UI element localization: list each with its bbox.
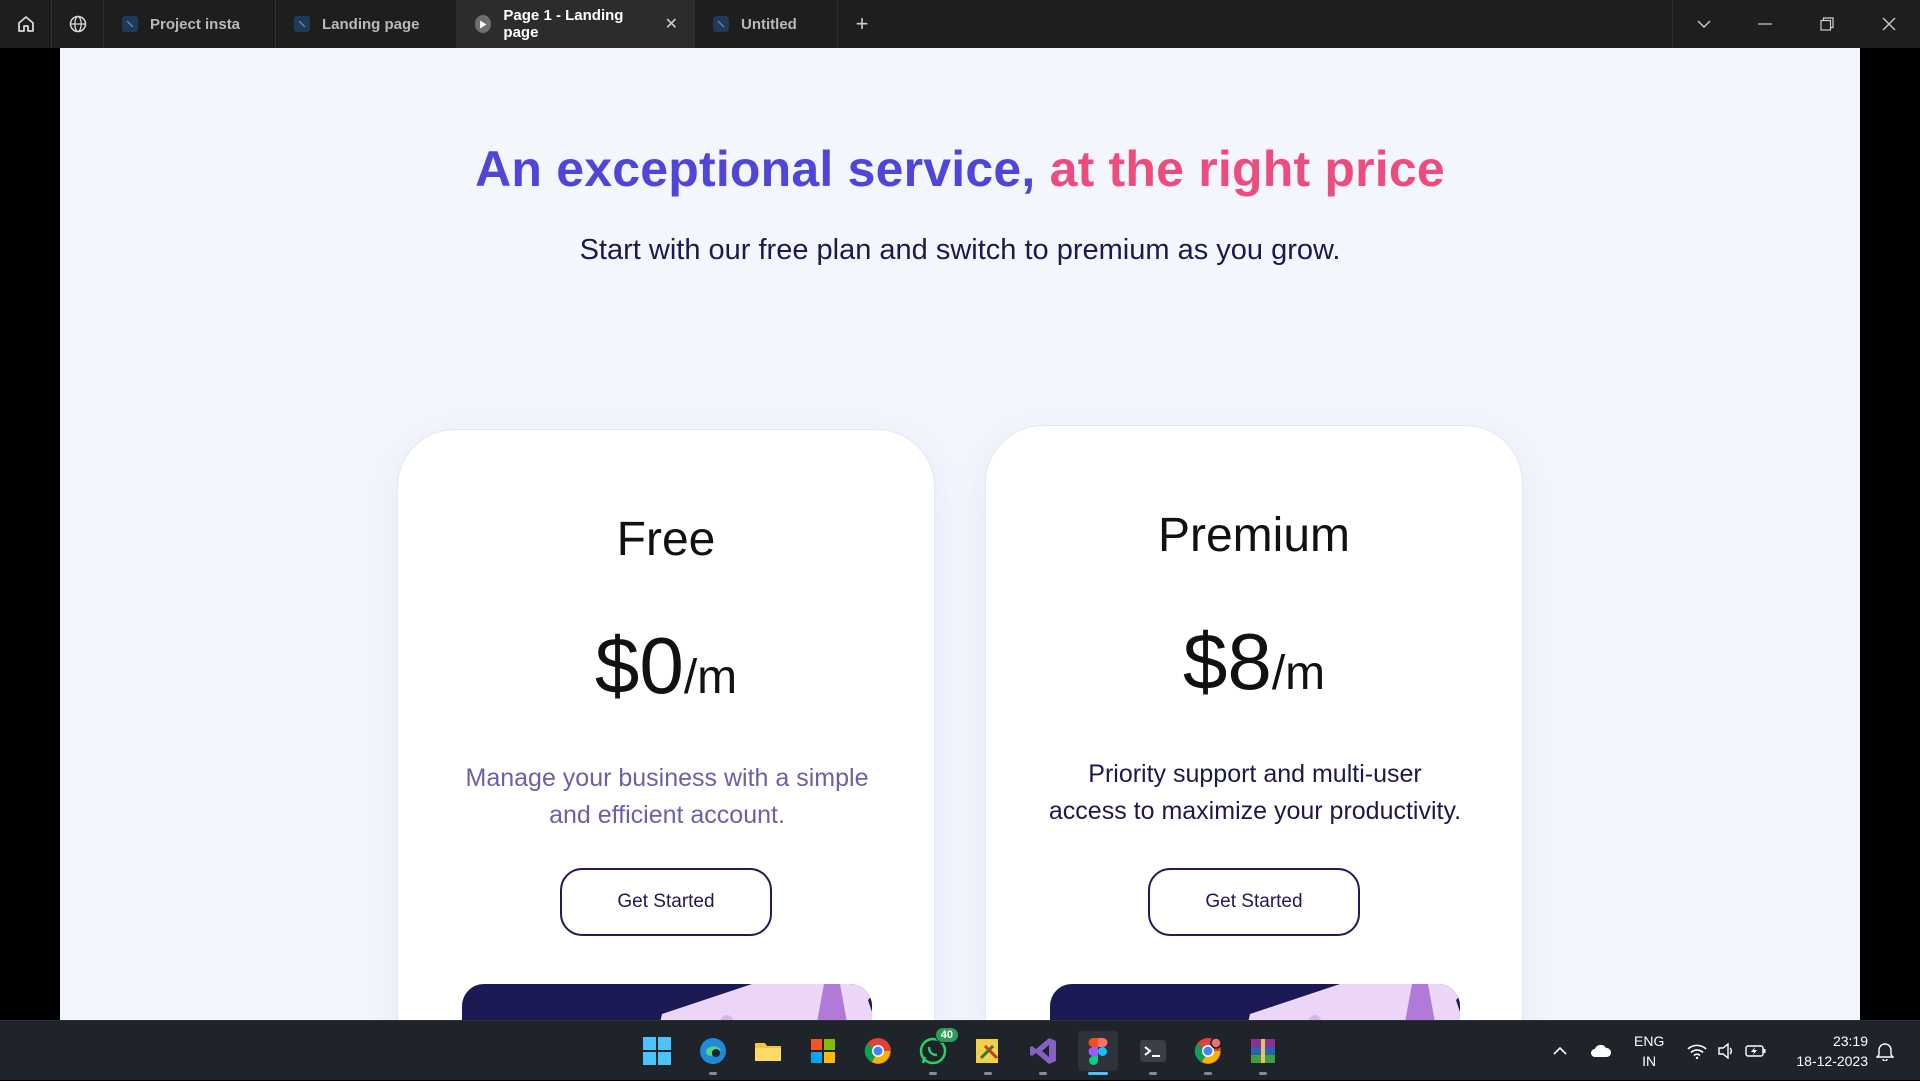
plus-icon: + [855, 11, 869, 36]
tab-page-1-landing-page[interactable]: Page 1 - Landing page ✕ [457, 0, 695, 48]
taskbar: 40 ENG IN 23:19 18-12-2023 [0, 1020, 1920, 1080]
onedrive-tray[interactable] [1590, 1021, 1612, 1081]
tabs-dropdown-button[interactable] [1672, 0, 1734, 48]
price-amount: $0 [594, 621, 684, 710]
region-code: IN [1642, 1053, 1657, 1069]
taskbar-app-whatsapp[interactable]: 40 [913, 1027, 959, 1075]
minimize-button[interactable] [1734, 0, 1796, 48]
pricing-card-free: Free $0/m Manage your business with a si… [397, 429, 935, 1020]
taskbar-app-edge[interactable] [693, 1031, 733, 1075]
tab-untitled[interactable]: Untitled [695, 0, 838, 48]
price-period: /m [1271, 647, 1326, 700]
restore-icon [1820, 17, 1834, 31]
chevron-up-icon [1553, 1046, 1567, 1055]
taskbar-app-visual-studio[interactable] [1023, 1031, 1063, 1075]
minimize-icon [1758, 23, 1772, 25]
taskbar-app-chrome[interactable] [858, 1031, 898, 1071]
clock-date: 18-12-2023 [1796, 1053, 1868, 1069]
plan-price: $8/m [986, 616, 1522, 708]
clock-time: 23:19 [1832, 1033, 1868, 1049]
taskbar-app-store[interactable] [803, 1031, 843, 1071]
network-tray[interactable] [1687, 1021, 1707, 1081]
tab-label: Untitled [741, 15, 797, 33]
plan-illustration [462, 984, 872, 1020]
taskbar-app-chrome-profile[interactable] [1188, 1031, 1228, 1075]
chrome-icon [864, 1038, 891, 1064]
tab-label: Project insta [150, 15, 241, 33]
clock[interactable]: 23:19 18-12-2023 [1796, 1031, 1868, 1071]
restore-button[interactable] [1796, 0, 1858, 48]
price-amount: $8 [1182, 617, 1272, 706]
chevron-down-icon [1697, 20, 1710, 28]
title-bar: Project insta Landing page Page 1 - Land… [0, 0, 1920, 48]
taskbar-app-file-explorer[interactable] [748, 1031, 788, 1071]
plan-name: Premium [1157, 509, 1351, 562]
prototype-frame: An exceptional service, at the right pri… [60, 48, 1860, 1020]
visual-studio-icon [1030, 1038, 1056, 1064]
figma-file-icon [294, 16, 310, 32]
tab-label: Page 1 - Landing page [503, 7, 624, 41]
notification-badge: 40 [934, 1027, 959, 1043]
tab-project-insta[interactable]: Project insta [104, 0, 276, 48]
wifi-icon [1687, 1044, 1707, 1059]
plan-illustration [1050, 984, 1460, 1020]
close-window-button[interactable] [1858, 0, 1920, 48]
plan-price: $0/m [398, 620, 934, 712]
taskbar-app-figma[interactable] [1078, 1031, 1118, 1075]
page-subtitle: Start with our free plan and switch to p… [579, 234, 1341, 266]
headline-part-1: An exceptional service, [475, 141, 1036, 197]
taskbar-app-terminal[interactable] [1133, 1031, 1173, 1075]
show-hidden-icons-button[interactable] [1552, 1021, 1568, 1081]
figma-file-icon [122, 16, 138, 32]
store-icon [811, 1039, 835, 1063]
headline-part-2: at the right price [1049, 141, 1445, 197]
get-started-button[interactable]: Get Started [1148, 868, 1360, 936]
tab-landing-page[interactable]: Landing page [276, 0, 457, 48]
battery-charging-icon [1745, 1045, 1766, 1057]
plan-name: Free [616, 513, 716, 566]
illustration-graphic [660, 984, 872, 1020]
taskbar-app-tools[interactable] [968, 1031, 1008, 1075]
battery-tray[interactable] [1745, 1021, 1767, 1081]
figma-icon [1088, 1038, 1108, 1065]
community-button[interactable] [52, 0, 104, 48]
price-period: /m [683, 651, 738, 704]
windows-icon [643, 1037, 671, 1065]
get-started-button[interactable]: Get Started [560, 868, 772, 936]
plan-description: Manage your business with a simple and e… [465, 764, 869, 829]
illustration-graphic [1248, 984, 1460, 1020]
terminal-icon [1140, 1040, 1166, 1062]
close-icon [1882, 17, 1896, 31]
volume-tray[interactable] [1717, 1021, 1735, 1081]
home-button[interactable] [0, 0, 52, 48]
language-indicator[interactable]: ENG IN [1634, 1031, 1664, 1071]
notifications-tray[interactable] [1876, 1021, 1894, 1081]
speaker-icon [1718, 1043, 1732, 1059]
plan-description: Priority support and multi-user access t… [1048, 760, 1462, 825]
figma-file-icon [713, 16, 729, 32]
winrar-icon [1251, 1039, 1275, 1063]
edge-icon [700, 1038, 726, 1064]
new-tab-button[interactable]: + [838, 0, 886, 48]
page-headline: An exceptional service, at the right pri… [60, 140, 1860, 198]
tab-label: Landing page [322, 15, 420, 33]
globe-icon [69, 15, 86, 33]
language-code: ENG [1634, 1033, 1665, 1049]
tools-icon [976, 1039, 999, 1063]
start-button[interactable] [637, 1031, 677, 1071]
cloud-icon [1591, 1044, 1612, 1057]
close-tab-icon[interactable]: ✕ [665, 14, 678, 34]
folder-icon [755, 1043, 781, 1061]
chrome-icon [1194, 1037, 1222, 1064]
notification-bell-icon [1876, 1043, 1894, 1061]
pricing-card-premium: Premium $8/m Priority support and multi-… [985, 425, 1523, 1020]
home-icon [17, 16, 34, 32]
taskbar-app-winrar[interactable] [1243, 1031, 1283, 1075]
play-icon [475, 15, 492, 33]
